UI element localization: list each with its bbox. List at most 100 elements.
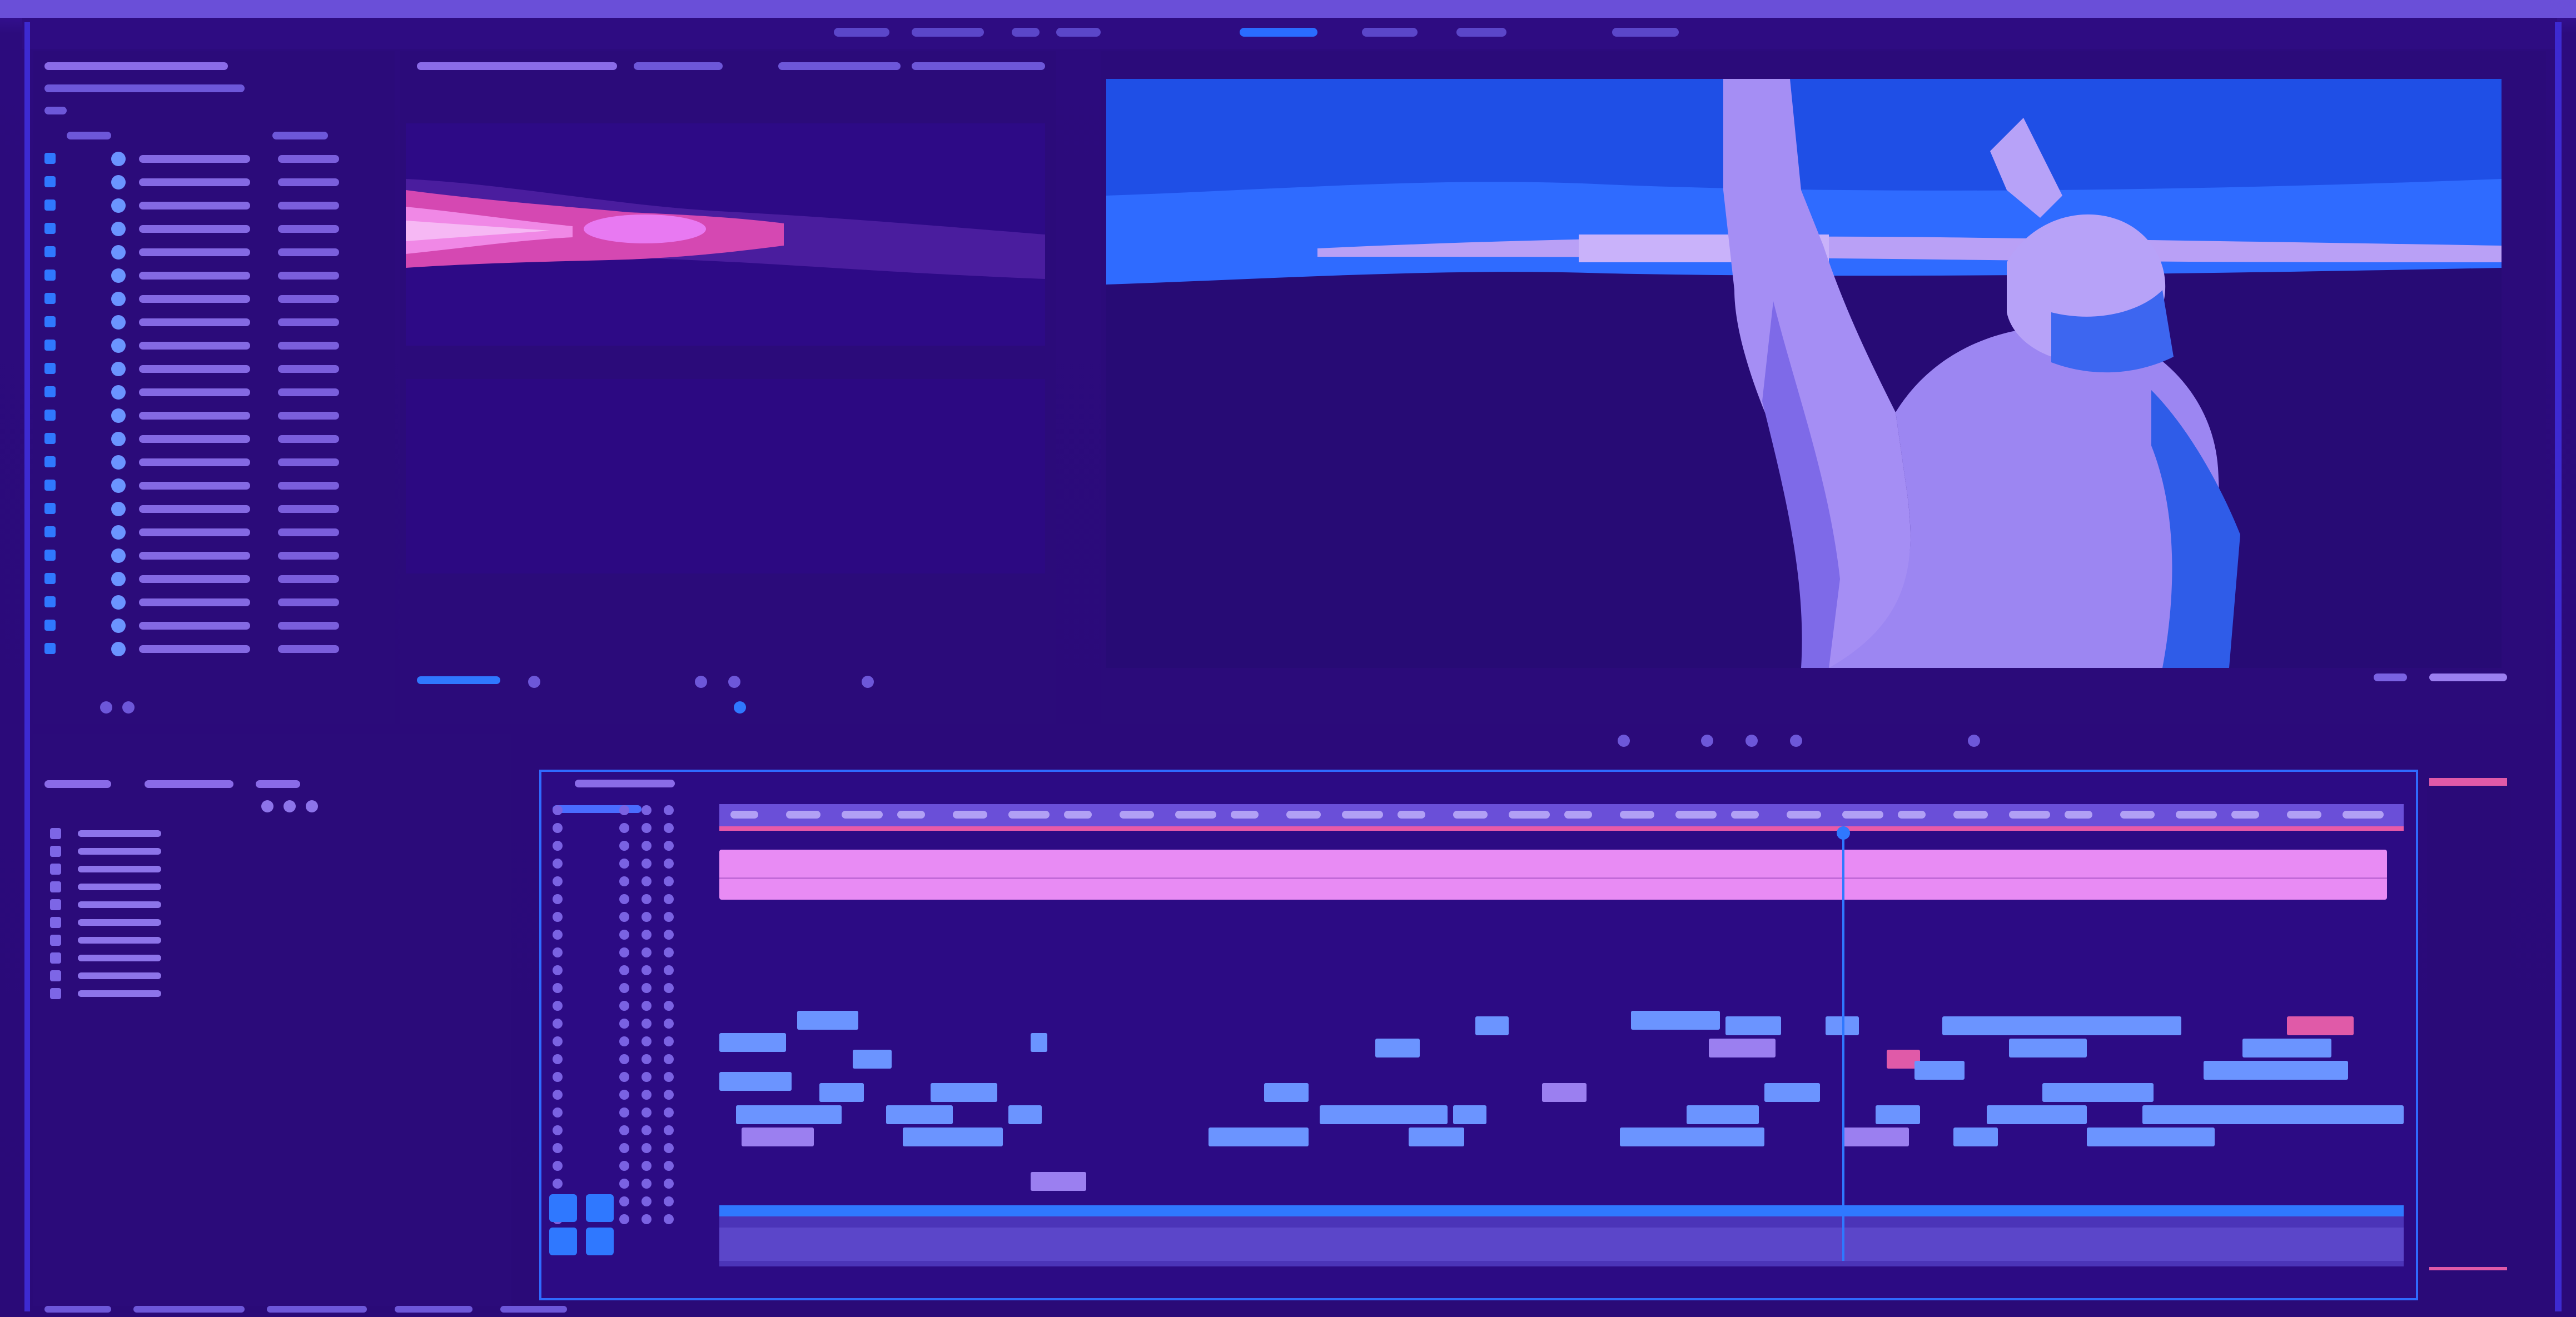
track-toggle-icon[interactable] <box>664 1143 674 1153</box>
text-tool-icon[interactable] <box>586 1228 614 1255</box>
track-toggle-icon[interactable] <box>553 1125 563 1135</box>
track-toggle-icon[interactable] <box>641 1001 652 1011</box>
timeline-clip[interactable] <box>1264 1083 1309 1102</box>
track-toggle-icon[interactable] <box>664 823 674 833</box>
timeline-clip[interactable] <box>2059 1016 2181 1035</box>
track-toggle-icon[interactable] <box>619 965 629 975</box>
track-toggle-icon[interactable] <box>553 930 563 940</box>
project-item[interactable] <box>44 312 378 330</box>
project-item[interactable] <box>44 195 378 213</box>
project-search[interactable] <box>44 107 67 114</box>
track-toggle-icon[interactable] <box>619 1196 629 1206</box>
timeline-clip[interactable] <box>1953 1128 1998 1146</box>
insert-icon[interactable] <box>862 676 874 688</box>
track-toggle-icon[interactable] <box>619 805 629 815</box>
project-item[interactable] <box>44 148 378 166</box>
track-toggle-icon[interactable] <box>641 1125 652 1135</box>
timeline-clip[interactable] <box>903 1128 1003 1146</box>
track-toggle-icon[interactable] <box>641 1196 652 1206</box>
timeline-clip[interactable] <box>2087 1128 2215 1146</box>
adjustment-clip[interactable] <box>719 850 2387 900</box>
track-toggle-icon[interactable] <box>641 1036 652 1046</box>
track-toggle-icon[interactable] <box>553 1161 563 1171</box>
track-toggle-icon[interactable] <box>619 1001 629 1011</box>
source-tab[interactable] <box>634 62 723 70</box>
workspace-tab[interactable] <box>1456 28 1506 37</box>
track-toggle-icon[interactable] <box>664 805 674 815</box>
hand-tool-icon[interactable] <box>549 1228 577 1255</box>
project-item[interactable] <box>44 475 378 493</box>
track-toggle-icon[interactable] <box>619 894 629 904</box>
step-forward-icon[interactable] <box>1745 735 1758 747</box>
mark-out-icon[interactable] <box>695 676 707 688</box>
project-item[interactable] <box>44 522 378 540</box>
new-bin-icon[interactable] <box>100 701 112 714</box>
settings-icon[interactable] <box>1968 735 1980 747</box>
mark-in-icon[interactable] <box>528 676 540 688</box>
track-toggle-icon[interactable] <box>619 912 629 922</box>
track-toggle-icon[interactable] <box>553 947 563 957</box>
track-toggle-icon[interactable] <box>664 1036 674 1046</box>
timeline-clip[interactable] <box>1942 1016 2065 1035</box>
timeline-clip[interactable] <box>1631 1011 1720 1030</box>
track-toggle-icon[interactable] <box>619 823 629 833</box>
track-toggle-icon[interactable] <box>641 823 652 833</box>
track-toggle-icon[interactable] <box>619 841 629 851</box>
track-toggle-icon[interactable] <box>641 894 652 904</box>
project-item[interactable] <box>44 288 378 306</box>
track-toggle-icon[interactable] <box>641 947 652 957</box>
effects-filter-icon[interactable] <box>306 800 318 812</box>
timeline-clip[interactable] <box>2265 1105 2404 1124</box>
timeline-clip[interactable] <box>2287 1016 2354 1035</box>
track-toggle-icon[interactable] <box>641 841 652 851</box>
workspace-tab[interactable] <box>1056 28 1101 37</box>
timeline-clip[interactable] <box>1453 1105 1486 1124</box>
timeline-clip[interactable] <box>736 1105 842 1124</box>
project-item[interactable] <box>44 638 378 656</box>
track-toggle-icon[interactable] <box>641 859 652 869</box>
play-icon[interactable] <box>728 676 740 688</box>
track-toggle-icon[interactable] <box>553 1072 563 1082</box>
track-toggle-icon[interactable] <box>619 983 629 993</box>
project-item[interactable] <box>44 265 378 283</box>
track-toggle-icon[interactable] <box>619 1214 629 1224</box>
playhead[interactable] <box>1842 827 1844 1261</box>
track-toggle-icon[interactable] <box>664 930 674 940</box>
timeline-clip[interactable] <box>1620 1128 1764 1146</box>
timeline-clip[interactable] <box>719 1033 786 1052</box>
track-toggle-icon[interactable] <box>619 1179 629 1189</box>
track-toggle-icon[interactable] <box>553 965 563 975</box>
track-toggle-icon[interactable] <box>664 1179 674 1189</box>
workspace-tab[interactable] <box>834 28 889 37</box>
track-toggle-icon[interactable] <box>664 841 674 851</box>
program-preview[interactable] <box>1106 79 2502 668</box>
track-toggle-icon[interactable] <box>664 1072 674 1082</box>
effects-tab[interactable] <box>44 780 111 788</box>
project-item[interactable] <box>44 592 378 610</box>
timeline-clip[interactable] <box>1725 1016 1781 1035</box>
playhead-handle[interactable] <box>1837 826 1850 840</box>
track-toggle-icon[interactable] <box>619 1072 629 1082</box>
track-toggle-icon[interactable] <box>664 1161 674 1171</box>
source-timecode[interactable] <box>417 676 500 684</box>
timeline-clip[interactable] <box>886 1105 953 1124</box>
timeline-clip[interactable] <box>1542 1083 1587 1102</box>
track-toggle-icon[interactable] <box>553 841 563 851</box>
track-toggle-icon[interactable] <box>641 1090 652 1100</box>
sequence-tab[interactable] <box>575 780 675 787</box>
timeline-clip[interactable] <box>1709 1039 1776 1057</box>
timeline-clip[interactable] <box>719 1072 792 1091</box>
track-toggle-icon[interactable] <box>619 1054 629 1064</box>
timeline-clip[interactable] <box>1008 1105 1042 1124</box>
track-toggle-icon[interactable] <box>664 876 674 886</box>
overwrite-icon[interactable] <box>734 701 746 714</box>
project-item[interactable] <box>44 615 378 633</box>
step-back-icon[interactable] <box>1618 735 1630 747</box>
work-area-bar[interactable] <box>719 826 2404 831</box>
track-toggle-icon[interactable] <box>641 1143 652 1153</box>
timeline-clip[interactable] <box>1876 1105 1920 1124</box>
track-toggle-icon[interactable] <box>641 912 652 922</box>
track-toggle-icon[interactable] <box>641 876 652 886</box>
source-tab[interactable] <box>912 62 1045 70</box>
track-toggle-icon[interactable] <box>641 1179 652 1189</box>
